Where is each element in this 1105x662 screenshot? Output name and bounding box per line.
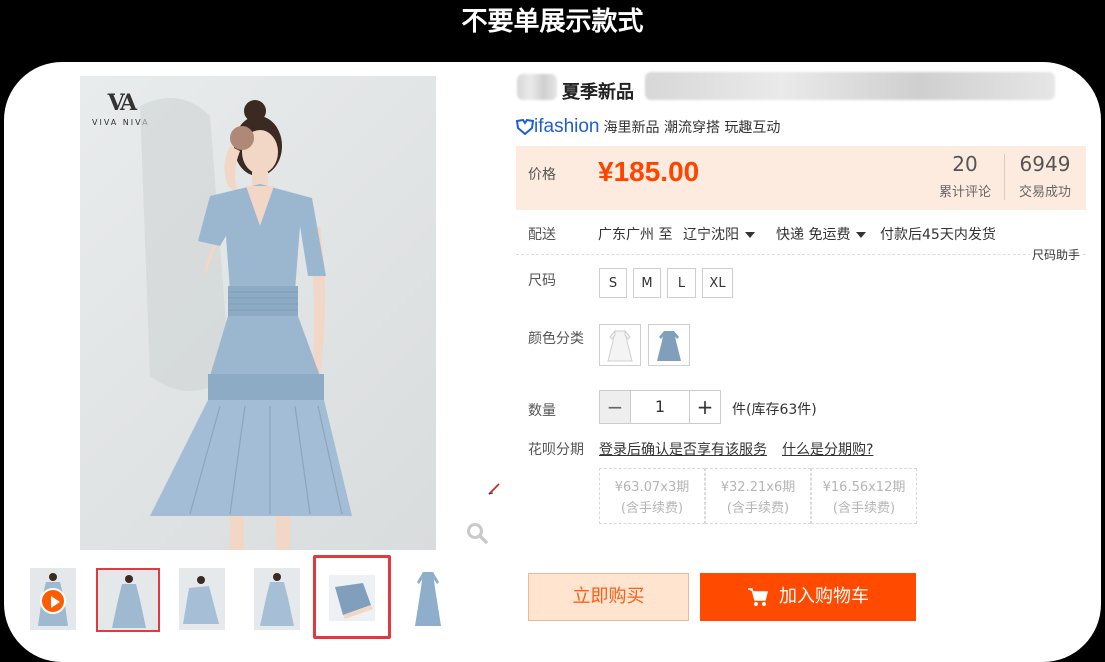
installment-plan-6[interactable]: ¥32.21x6期 (含手续费) [705,468,811,524]
color-option-white[interactable] [599,324,641,366]
deals-label: 交易成功 [1018,185,1071,200]
white-dress-icon [607,329,633,362]
color-label: 颜色分类 [528,331,584,347]
price-section: 价格 ¥185.00 20 累计评论 6949 交易成功 [516,146,1086,210]
add-to-cart-button[interactable]: 加入购物车 [700,573,916,621]
stock-info: 件(库存63件) [732,402,817,418]
ifashion-tagline: 海里新品 潮流穿搭 玩趣互动 [603,120,781,136]
dress-thumbnail-icon [179,568,225,630]
quantity-input[interactable]: 1 [631,390,689,424]
installment-plan-3[interactable]: ¥63.07x3期 (含手续费) [599,468,705,524]
ifashion-logo-icon [516,119,534,135]
what-is-installment-link[interactable]: 什么是分期购? [782,439,873,459]
add-to-cart-label: 加入购物车 [779,586,869,607]
banner-title: 不要单展示款式 [461,7,644,37]
price-label: 价格 [528,167,556,183]
caret-down-icon [856,232,867,238]
deals-count: 6949 [1019,152,1071,176]
thumbnail-2[interactable] [179,568,225,630]
reviews-count[interactable]: 20 [925,152,1005,176]
color-option-blue[interactable] [648,324,690,366]
play-icon[interactable] [40,588,66,614]
ifashion-logo: ifashion [534,116,600,137]
product-title: 夏季新品 [517,70,1057,106]
installment-plan-12[interactable]: ¥16.56x12期 (含手续费) [811,468,917,524]
delivery-to-select[interactable]: 辽宁沈阳 [683,224,755,244]
ship-note: 付款后45天内发货 [880,227,996,243]
main-product-image[interactable]: VA VIVA NIVA [80,76,436,550]
delivery-from: 广东广州 至 [598,227,673,243]
dress-thumbnail-icon [98,570,158,630]
thumbnail-3[interactable] [254,568,300,630]
delivery-method-select[interactable]: 快递 免运费 [776,224,867,244]
size-option-xl[interactable]: XL [702,268,733,298]
dress-thumbnail-icon [405,568,451,630]
buy-now-button[interactable]: 立即购买 [528,573,689,621]
size-option-l[interactable]: L [667,268,696,298]
reviews-label[interactable]: 累计评论 [925,181,1005,200]
login-confirm-link[interactable]: 登录后确认是否享有该服务 [599,439,767,459]
quantity-plus-button[interactable]: + [689,390,721,424]
price-value: ¥185.00 [598,156,700,187]
thumbnail-1[interactable] [96,568,160,632]
model-figure-illustration [140,98,352,550]
caret-down-icon [745,232,755,238]
divider [516,254,1086,255]
installment-label: 花呗分期 [528,442,584,458]
dress-thumbnail-icon [254,568,300,630]
cart-icon [748,588,768,606]
delivery-label: 配送 [528,227,556,243]
title-fragment: 夏季新品 [562,82,634,103]
zoom-icon[interactable] [466,522,488,544]
blue-dress-icon [657,331,681,361]
blurred-region [645,72,1055,100]
pencil-cursor-icon [488,483,500,495]
thumbnail-5[interactable] [405,568,451,630]
size-option-m[interactable]: M [633,268,661,298]
highlight-box [313,555,391,639]
thumbnail-video[interactable] [30,568,76,630]
quantity-minus-button[interactable]: − [599,390,631,424]
quantity-stepper: − 1 + [599,390,721,424]
ifashion-banner[interactable]: ifashion 海里新品 潮流穿搭 玩趣互动 [516,116,780,138]
size-option-s[interactable]: S [599,268,627,298]
size-label: 尺码 [528,273,556,289]
quantity-label: 数量 [528,403,556,419]
size-helper-link[interactable]: 尺码助手 [1030,246,1083,263]
blurred-region [517,74,557,100]
